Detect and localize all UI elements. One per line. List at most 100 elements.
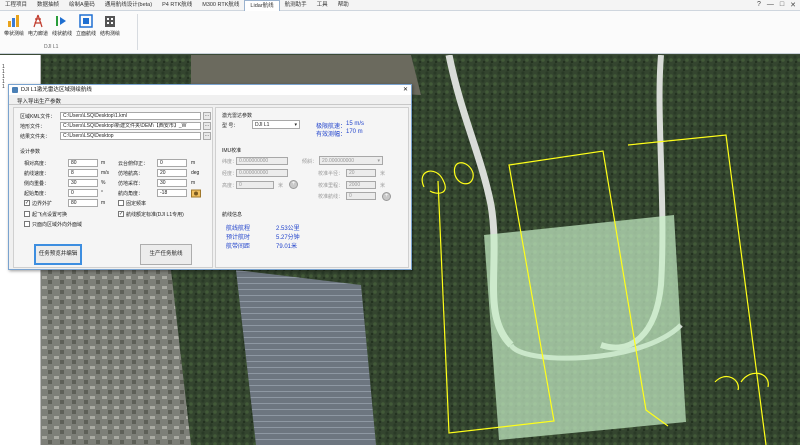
route-length-label: 航线航程 [226, 226, 251, 232]
imu-tilt-value: 20.000000000 [322, 158, 354, 164]
tab-1[interactable]: 数据抽帧 [32, 0, 64, 11]
boundary-label: 边界外扩 [32, 201, 53, 207]
tab-2[interactable]: 绘制A量码 [64, 0, 100, 11]
rel-height-unit: m [101, 160, 106, 166]
fixed-freq-label: 固定频率 [126, 201, 147, 207]
side-overlap-input[interactable]: 30 [68, 179, 98, 187]
structure-mapping-button[interactable]: 结构测绘 [99, 13, 121, 37]
lidar-params-header: 激光雷达参数 [222, 113, 253, 119]
dem-browse-button[interactable]: ... [203, 122, 211, 130]
heading-input[interactable]: 0 [68, 189, 98, 197]
speed-label: 航线速度： [24, 171, 50, 177]
boundary-checkbox[interactable]: ✓ [24, 200, 30, 206]
side-overlap-label: 侧向重叠： [24, 181, 50, 187]
imu-radius-unit: 米 [380, 171, 386, 177]
imu-routes-label: 校准航线： [318, 194, 344, 200]
bar-chart-icon [8, 15, 19, 27]
azimuth-input[interactable]: -18 [157, 189, 187, 197]
dialog-title-bar: DJI L1激光雷达区域测绘航线 ✕ [9, 85, 411, 95]
kml-file-input[interactable]: C:\Users\LSQ\Desktop\1.kml [60, 112, 201, 120]
add-point-icon[interactable]: + [289, 180, 298, 189]
terrain-sample-unit: m [191, 180, 196, 186]
chevron-down-icon: ▾ [377, 158, 380, 164]
tab-7[interactable]: 航测助手 [280, 0, 312, 11]
l1-standard-checkbox[interactable]: ✓ [118, 211, 124, 217]
fixed-freq-checkbox[interactable] [118, 200, 124, 206]
ribbon-toolbar: 带状测绘 电力廊道 线状航线 立面航线 结构测绘 DJI L1 [0, 11, 800, 54]
output-folder-input[interactable]: C:\Users\LSQ\Desktop [60, 132, 201, 140]
tab-9[interactable]: 帮助 [333, 0, 354, 11]
line-route-button[interactable]: 线状航线 [51, 13, 73, 37]
kml-browse-button[interactable]: ... [203, 112, 211, 120]
tab-6[interactable]: Lidar航线 [244, 0, 280, 11]
power-corridor-label: 电力廊道 [27, 31, 48, 37]
imu-tilt-select[interactable]: 20.000000000 ▾ [319, 156, 383, 165]
close-icon[interactable]: ✕ [790, 1, 796, 9]
imu-distance-label: 校准里程： [318, 183, 344, 189]
tab-0[interactable]: 工程项目 [0, 0, 32, 11]
power-line-icon [33, 14, 43, 28]
model-label: 型 号： [222, 123, 239, 129]
camera-icon[interactable] [191, 188, 201, 198]
minimize-icon[interactable]: — [767, 1, 774, 9]
terrain-sample-input[interactable]: 30 [157, 179, 187, 187]
model-select[interactable]: DJI L1 ▾ [252, 120, 300, 129]
preview-edit-button[interactable]: 任务预览并编辑 [34, 244, 82, 265]
flight-time-label: 预计航时 [226, 235, 251, 241]
imu-distance-input[interactable]: 2000 [346, 181, 376, 189]
chevron-down-icon: ▾ [294, 122, 297, 128]
imu-header: IMU校准 [222, 148, 242, 154]
output-browse-button[interactable]: ... [203, 132, 211, 140]
facade-route-icon [79, 14, 93, 28]
facade-route-label: 立面航线 [75, 31, 96, 37]
imu-distance-unit: 米 [380, 183, 386, 189]
start-boundary-label: 起飞点设置可换 [32, 212, 68, 218]
imu-lat-input[interactable]: 0.000000000 [236, 157, 288, 165]
route-info-header: 航线信息 [222, 212, 243, 218]
help-icon[interactable]: ? [757, 1, 761, 9]
tab-5[interactable]: M300 RTK航线 [197, 0, 244, 11]
rel-height-input[interactable]: 80 [68, 159, 98, 167]
tab-8[interactable]: 工具 [312, 0, 333, 11]
strip-mapping-button[interactable]: 带状测绘 [3, 13, 25, 37]
close-icon[interactable]: ✕ [403, 85, 408, 95]
strip-spacing-label: 航带间距 [226, 244, 251, 250]
imu-lon-label: 经度： [222, 171, 238, 177]
power-corridor-button[interactable]: 电力廊道 [27, 13, 49, 37]
line-route-label: 线状航线 [51, 31, 72, 37]
effective-width-label: 有效测幅： [316, 132, 347, 138]
tab-4[interactable]: P4 RTK航线 [157, 0, 197, 11]
imu-radius-input[interactable]: 20 [346, 169, 376, 177]
boundary-input[interactable]: 80 [68, 199, 98, 207]
gimbal-pitch-input[interactable]: 0 [157, 159, 187, 167]
generate-route-button[interactable]: 生产任务航线 [140, 244, 192, 265]
kml-outward-label: 只面向区域外向外面域 [32, 222, 83, 228]
side-overlap-unit: % [101, 180, 106, 186]
dem-file-input[interactable]: C:\Users\LSQ\Desktop\新建文件夹\DEM\【西安市】_W [60, 122, 201, 130]
lidar-area-mapping-dialog: DJI L1激光雷达区域测绘航线 ✕ 导入导出生产参数 区域KML文件： C:\… [8, 84, 412, 270]
add-route-icon[interactable]: + [382, 192, 391, 201]
speed-input[interactable]: 8 [68, 169, 98, 177]
imu-alt-input[interactable]: 0 [236, 181, 274, 189]
kml-label: 区域KML文件： [20, 114, 56, 120]
terrain-height-input[interactable]: 20 [157, 169, 187, 177]
ribbon-group-divider [137, 14, 138, 50]
imu-lon-input[interactable]: 0.000000000 [236, 169, 288, 177]
tab-3[interactable]: 通用航线设计(beta) [100, 0, 157, 11]
terrain-sample-label: 仿地采样： [118, 181, 144, 187]
line-route-icon [56, 16, 66, 26]
imu-alt-unit: 米 [278, 183, 284, 189]
import-export-header[interactable]: 导入导出生产参数 [9, 95, 411, 105]
terrain-height-label: 仿地航高： [118, 171, 144, 177]
start-boundary-checkbox[interactable] [24, 211, 30, 217]
facade-route-button[interactable]: 立面航线 [75, 13, 97, 37]
model-value: DJI L1 [255, 122, 270, 128]
imu-alt-label: 高度： [222, 183, 238, 189]
route-length-value: 2.53公里 [276, 226, 300, 232]
maximize-icon[interactable]: □ [780, 1, 784, 9]
strip-mapping-label: 带状测绘 [3, 31, 24, 37]
survey-area-polygon[interactable] [484, 215, 686, 440]
speed-unit: m/s [101, 170, 110, 176]
imu-routes-input[interactable]: 0 [346, 192, 376, 200]
kml-outward-checkbox[interactable] [24, 221, 30, 227]
